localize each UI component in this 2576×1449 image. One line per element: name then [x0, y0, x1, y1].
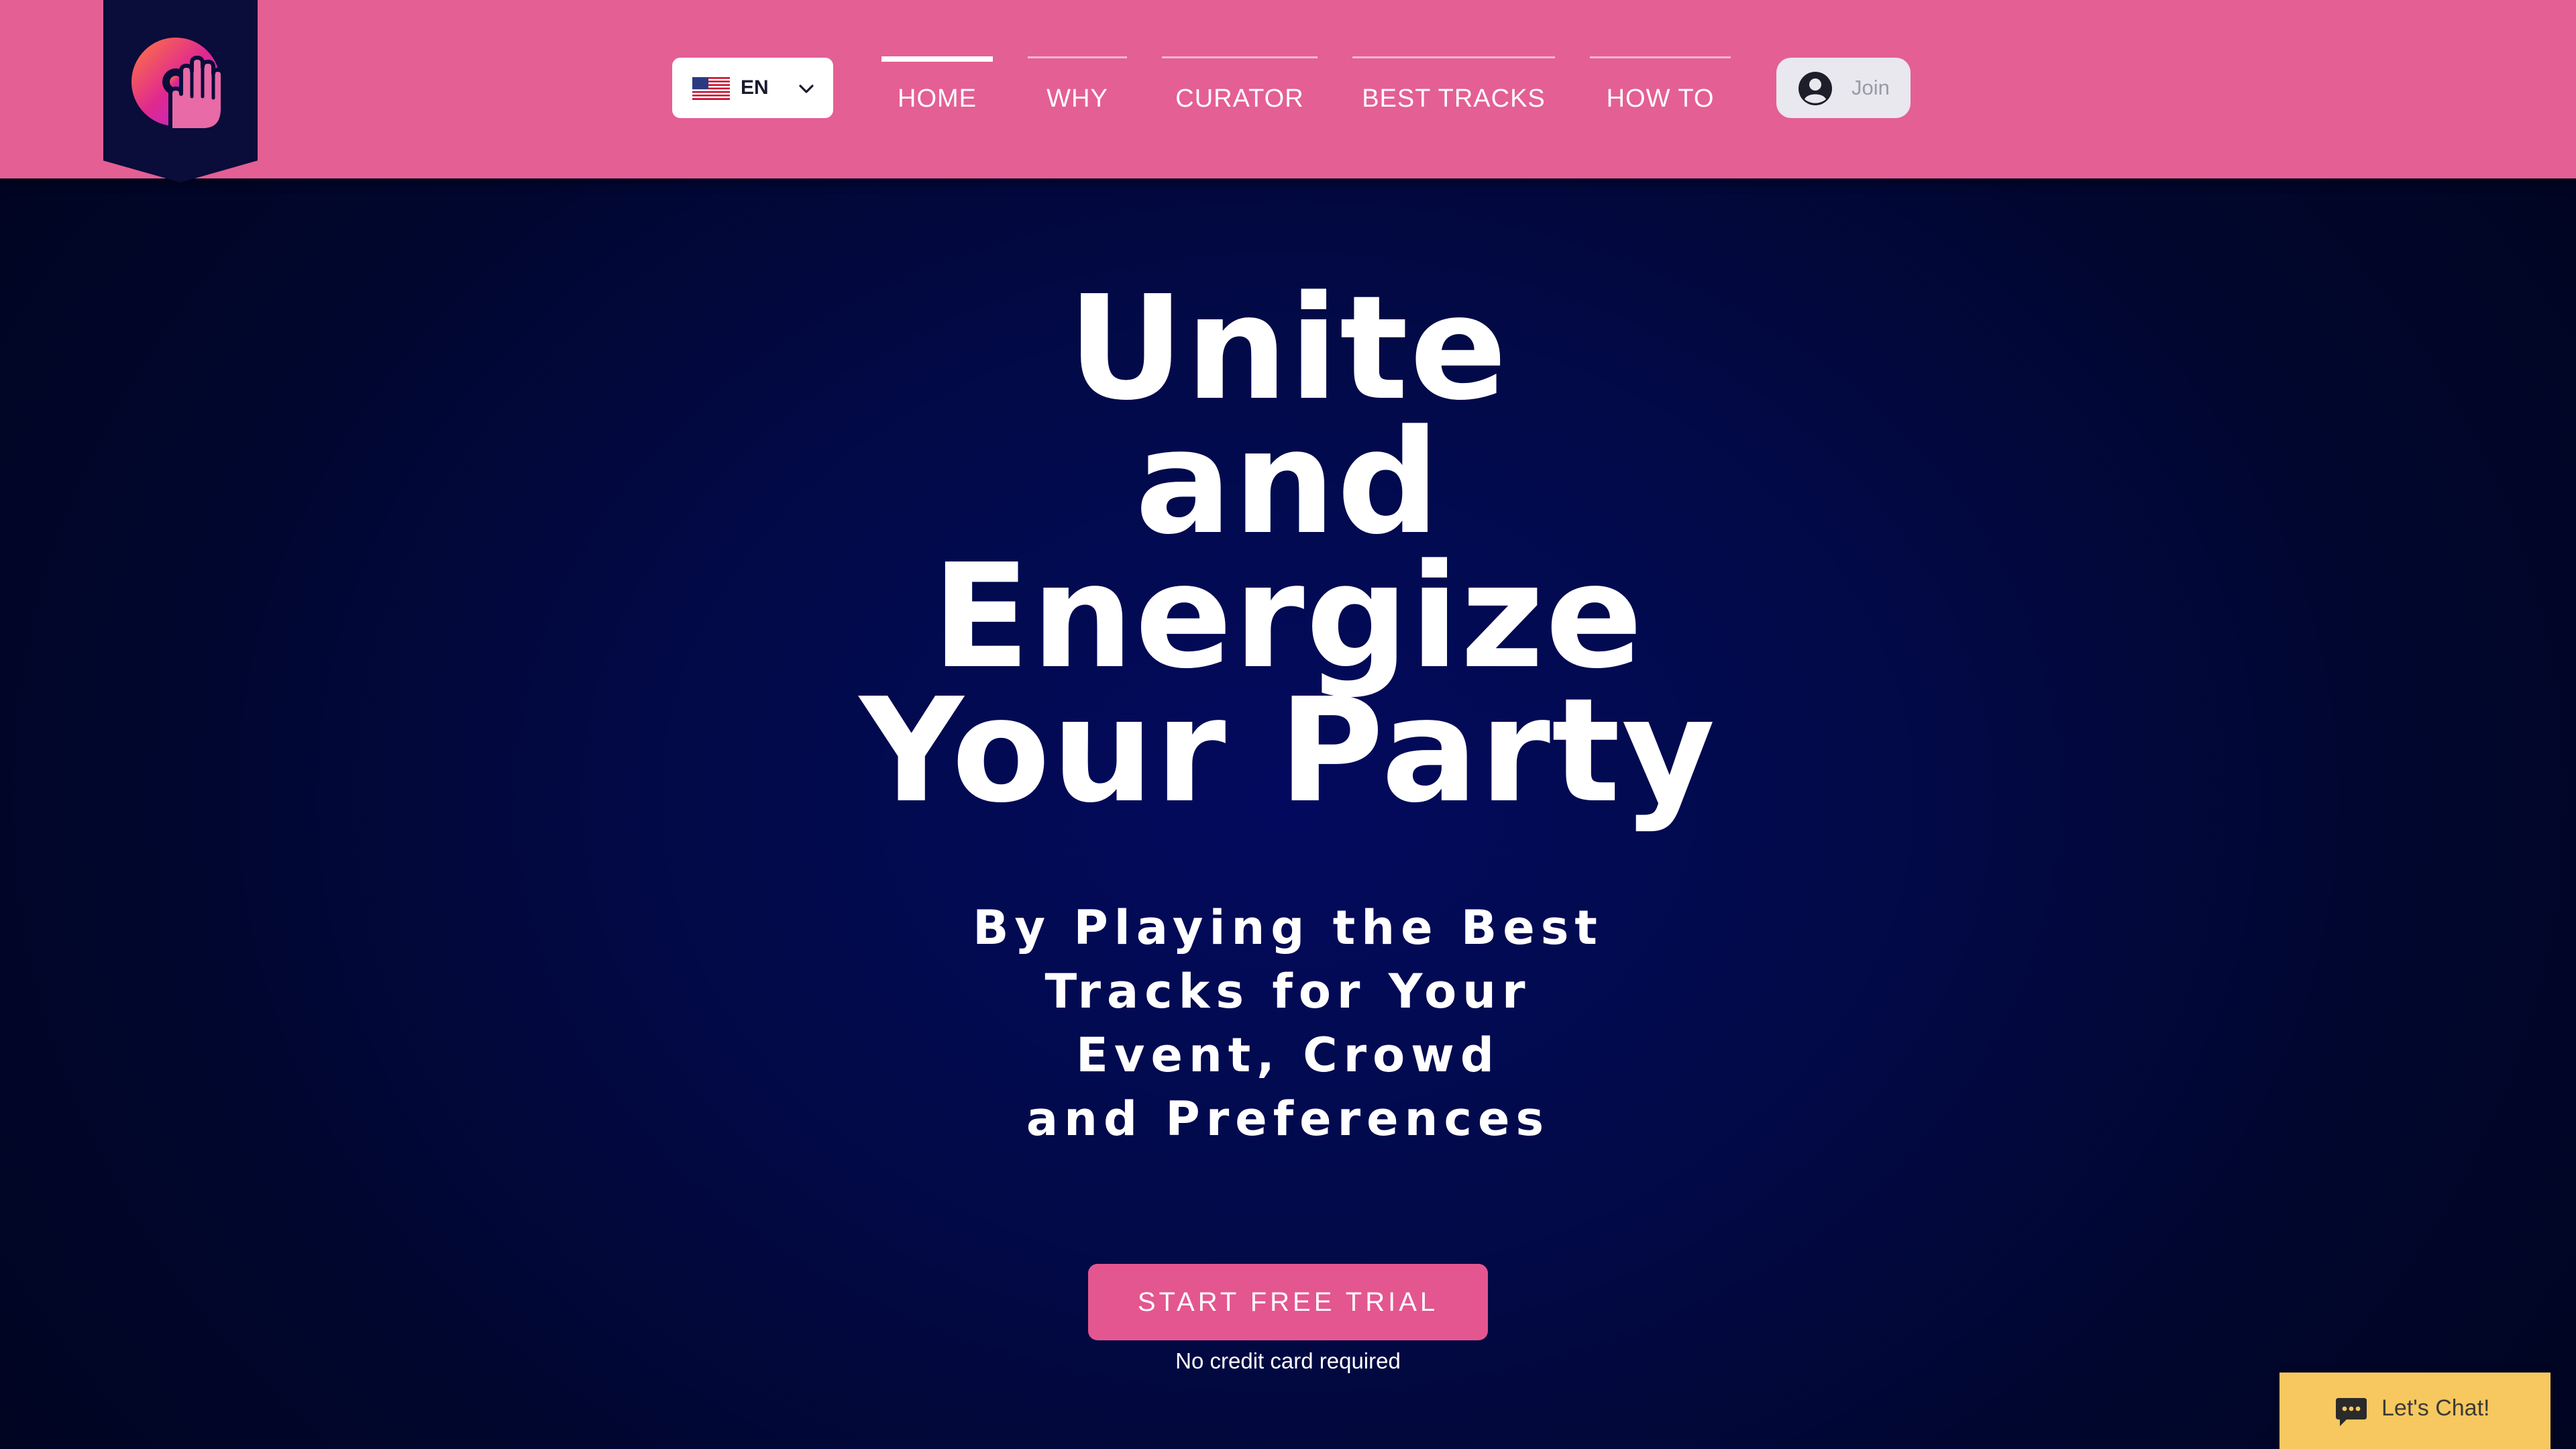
account-icon	[1799, 72, 1832, 105]
hero-title-line: Your Party	[859, 667, 1717, 835]
join-label: Join	[1851, 76, 1890, 99]
nav-item-why[interactable]: WHY	[1028, 56, 1127, 123]
chevron-down-icon	[799, 85, 814, 93]
nav-item-how-to[interactable]: HOW TO	[1590, 56, 1731, 123]
dj-hand-logo-icon	[131, 38, 225, 132]
nav-item-best-tracks[interactable]: BEST TRACKS	[1352, 56, 1555, 123]
chat-label: Let's Chat!	[2381, 1395, 2490, 1421]
hero-title: Unite and Energize Your Party	[0, 265, 2576, 835]
language-selector[interactable]: EN	[672, 58, 833, 118]
hero-title-line: Energize	[932, 533, 1644, 700]
nav-item-curator[interactable]: CURATOR	[1162, 56, 1318, 123]
site-header: HOME WHY CURATOR BEST TRACKS HOW TO EN J…	[0, 0, 2576, 178]
language-code: EN	[741, 76, 769, 99]
chat-widget[interactable]: Let's Chat!	[2279, 1373, 2551, 1449]
hero-subtitle: By Playing the Best Tracks for Your Even…	[0, 896, 2576, 1151]
hero-subtitle-line: Event, Crowd	[1076, 1028, 1500, 1083]
hero-title-line: and	[1135, 399, 1441, 566]
hero-subtitle-line: By Playing the Best	[973, 900, 1603, 955]
nav-item-home[interactable]: HOME	[881, 56, 993, 123]
hero-subtitle-line: Tracks for Your	[1044, 964, 1532, 1019]
join-button[interactable]: Join	[1776, 58, 1911, 118]
chat-bubble-icon	[2336, 1398, 2367, 1426]
no-credit-card-note: No credit card required	[1175, 1348, 1401, 1373]
start-free-trial-button[interactable]: START FREE TRIAL	[1088, 1264, 1488, 1340]
hero-title-line: Unite	[1067, 265, 1509, 432]
hero-subtitle-line: and Preferences	[1026, 1091, 1550, 1146]
logo[interactable]	[103, 0, 258, 182]
us-flag-icon	[692, 77, 730, 100]
